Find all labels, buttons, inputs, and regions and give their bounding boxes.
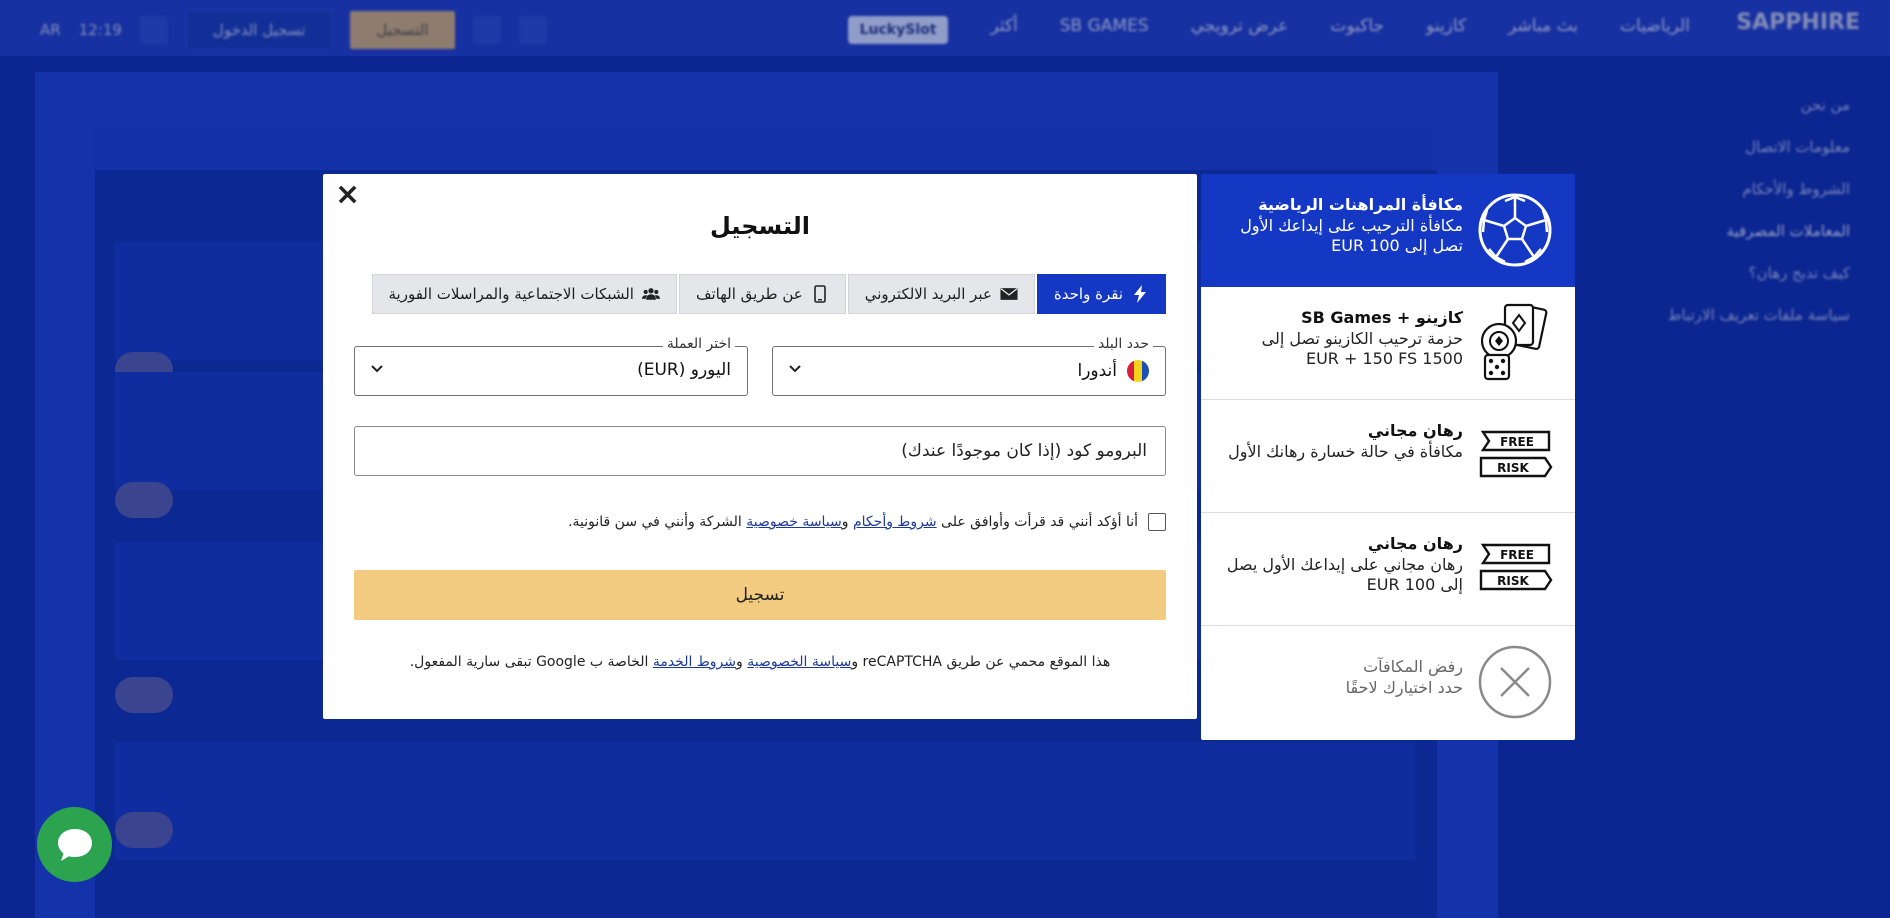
bonus-title: رفض المكافآت <box>1363 657 1463 676</box>
tab-label: عبر البريد الالكتروني <box>864 285 992 303</box>
bonus-description: حدد اختيارك لاحقًا <box>1345 678 1463 697</box>
tab-label: نقرة واحدة <box>1053 285 1123 303</box>
bonus-text: كازينو + SB Games حزمة ترحيب الكازينو تص… <box>1223 307 1463 369</box>
tab-one-click[interactable]: نقرة واحدة <box>1036 274 1166 314</box>
bonus-text: مكافأة المراهنات الرياضية مكافأة الترحيب… <box>1223 194 1463 256</box>
decline-icon <box>1477 644 1553 720</box>
casino-chips-cards-icon <box>1477 303 1553 381</box>
lightning-icon <box>1131 285 1149 303</box>
tab-label: الشبكات الاجتماعية والمراسلات الفورية <box>388 285 634 303</box>
bonus-option-free-bet-deposit[interactable]: FREE RISK رهان مجاني رهان مجاني على إيدا… <box>1201 513 1575 626</box>
live-chat-button[interactable] <box>37 807 112 882</box>
close-icon[interactable]: × <box>335 180 360 210</box>
phone-icon <box>811 285 829 303</box>
bonus-description: حزمة ترحيب الكازينو تصل إلى 1500 EUR + 1… <box>1261 329 1463 368</box>
privacy-link[interactable]: سياسة خصوصية <box>746 514 842 530</box>
country-label: حدد البلد <box>1093 336 1153 352</box>
recaptcha-notice: هذا الموقع محمي عن طريق reCAPTCHA وسياسة… <box>323 654 1197 670</box>
bonus-option-free-bet-loss[interactable]: FREE RISK رهان مجاني مكافأة في حالة خسار… <box>1201 400 1575 513</box>
bonus-description: رهان مجاني على إيداعك الأول يصل إلى 100 … <box>1226 555 1463 594</box>
users-icon <box>641 285 660 303</box>
bonus-text: رهان مجاني مكافأة في حالة خسارة رهانك ال… <box>1223 420 1463 462</box>
bonus-description: مكافأة الترحيب على إيداعك الأول تصل إلى … <box>1240 216 1463 255</box>
terms-link[interactable]: شروط وأحكام <box>853 514 937 530</box>
free-badge-text: FREE <box>1500 548 1534 562</box>
andorra-flag-icon <box>1127 360 1149 382</box>
currency-label: اختر العملة <box>662 336 735 352</box>
registration-modal: × التسجيل نقرة واحدة عبر البريد الالكترو… <box>323 174 1197 719</box>
recaptcha-and: و <box>736 654 748 670</box>
bonus-title: مكافأة المراهنات الرياضية <box>1258 195 1463 214</box>
recaptcha-privacy-link[interactable]: سياسة الخصوصية <box>747 654 851 670</box>
bonus-selection-panel: مكافأة المراهنات الرياضية مكافأة الترحيب… <box>1201 174 1575 740</box>
bonus-option-decline[interactable]: رفض المكافآت حدد اختيارك لاحقًا <box>1201 626 1575 739</box>
bonus-text: رهان مجاني رهان مجاني على إيداعك الأول ي… <box>1223 533 1463 595</box>
register-submit-button[interactable]: تسجيل <box>354 570 1166 620</box>
consent-suffix: الشركة وأنني في سن قانونية. <box>568 514 742 530</box>
currency-value: اليورو (EUR) <box>637 360 731 380</box>
free-badge-text: FREE <box>1500 435 1534 449</box>
country-value: أندورا <box>1077 361 1117 381</box>
consent-checkbox[interactable] <box>1148 513 1166 531</box>
bonus-title: رهان مجاني <box>1367 421 1463 440</box>
bonus-text: رفض المكافآت حدد اختيارك لاحقًا <box>1223 656 1463 698</box>
risk-badge-text: RISK <box>1497 461 1529 475</box>
consent-prefix: أنا أؤكد أنني قد قرأت وأوافق على <box>941 514 1138 530</box>
chat-bubble-icon <box>57 828 92 861</box>
bonus-description: مكافأة في حالة خسارة رهانك الأول <box>1228 442 1463 461</box>
tab-label: عن طريق الهاتف <box>695 285 803 303</box>
free-risk-icon: FREE RISK <box>1477 531 1553 607</box>
chevron-down-icon <box>789 365 801 373</box>
bonus-option-casino[interactable]: كازينو + SB Games حزمة ترحيب الكازينو تص… <box>1201 287 1575 400</box>
recaptcha-suffix: الخاصة ب Google تبقى سارية المفعول. <box>409 654 653 670</box>
chevron-down-icon <box>371 365 383 373</box>
modal-title: التسجيل <box>710 212 810 240</box>
tab-phone[interactable]: عن طريق الهاتف <box>678 274 846 314</box>
promo-code-input[interactable] <box>355 427 1165 475</box>
tab-social[interactable]: الشبكات الاجتماعية والمراسلات الفورية <box>371 274 677 314</box>
soccer-ball-icon <box>1477 192 1553 268</box>
recaptcha-terms-link[interactable]: شروط الخدمة <box>653 654 736 670</box>
bonus-title: رهان مجاني <box>1367 534 1463 553</box>
consent-row: أنا أؤكد أنني قد قرأت وأوافق على شروط وأ… <box>568 513 1166 531</box>
country-select[interactable]: حدد البلد أندورا <box>772 336 1166 396</box>
bonus-title: كازينو + SB Games <box>1301 308 1463 327</box>
consent-and: و <box>841 514 849 530</box>
envelope-icon <box>1000 285 1018 303</box>
consent-text: أنا أؤكد أنني قد قرأت وأوافق على شروط وأ… <box>568 514 1138 530</box>
currency-select[interactable]: اختر العملة اليورو (EUR) <box>354 336 748 396</box>
free-risk-icon: FREE RISK <box>1477 418 1553 494</box>
tab-email[interactable]: عبر البريد الالكتروني <box>847 274 1035 314</box>
bonus-option-sports[interactable]: مكافأة المراهنات الرياضية مكافأة الترحيب… <box>1201 174 1575 287</box>
promo-code-field <box>354 426 1166 476</box>
registration-method-tabs: نقرة واحدة عبر البريد الالكتروني عن طريق… <box>371 274 1166 314</box>
recaptcha-prefix: هذا الموقع محمي عن طريق reCAPTCHA و <box>851 654 1111 670</box>
risk-badge-text: RISK <box>1497 574 1529 588</box>
country-value-wrap: أندورا <box>1077 360 1149 382</box>
